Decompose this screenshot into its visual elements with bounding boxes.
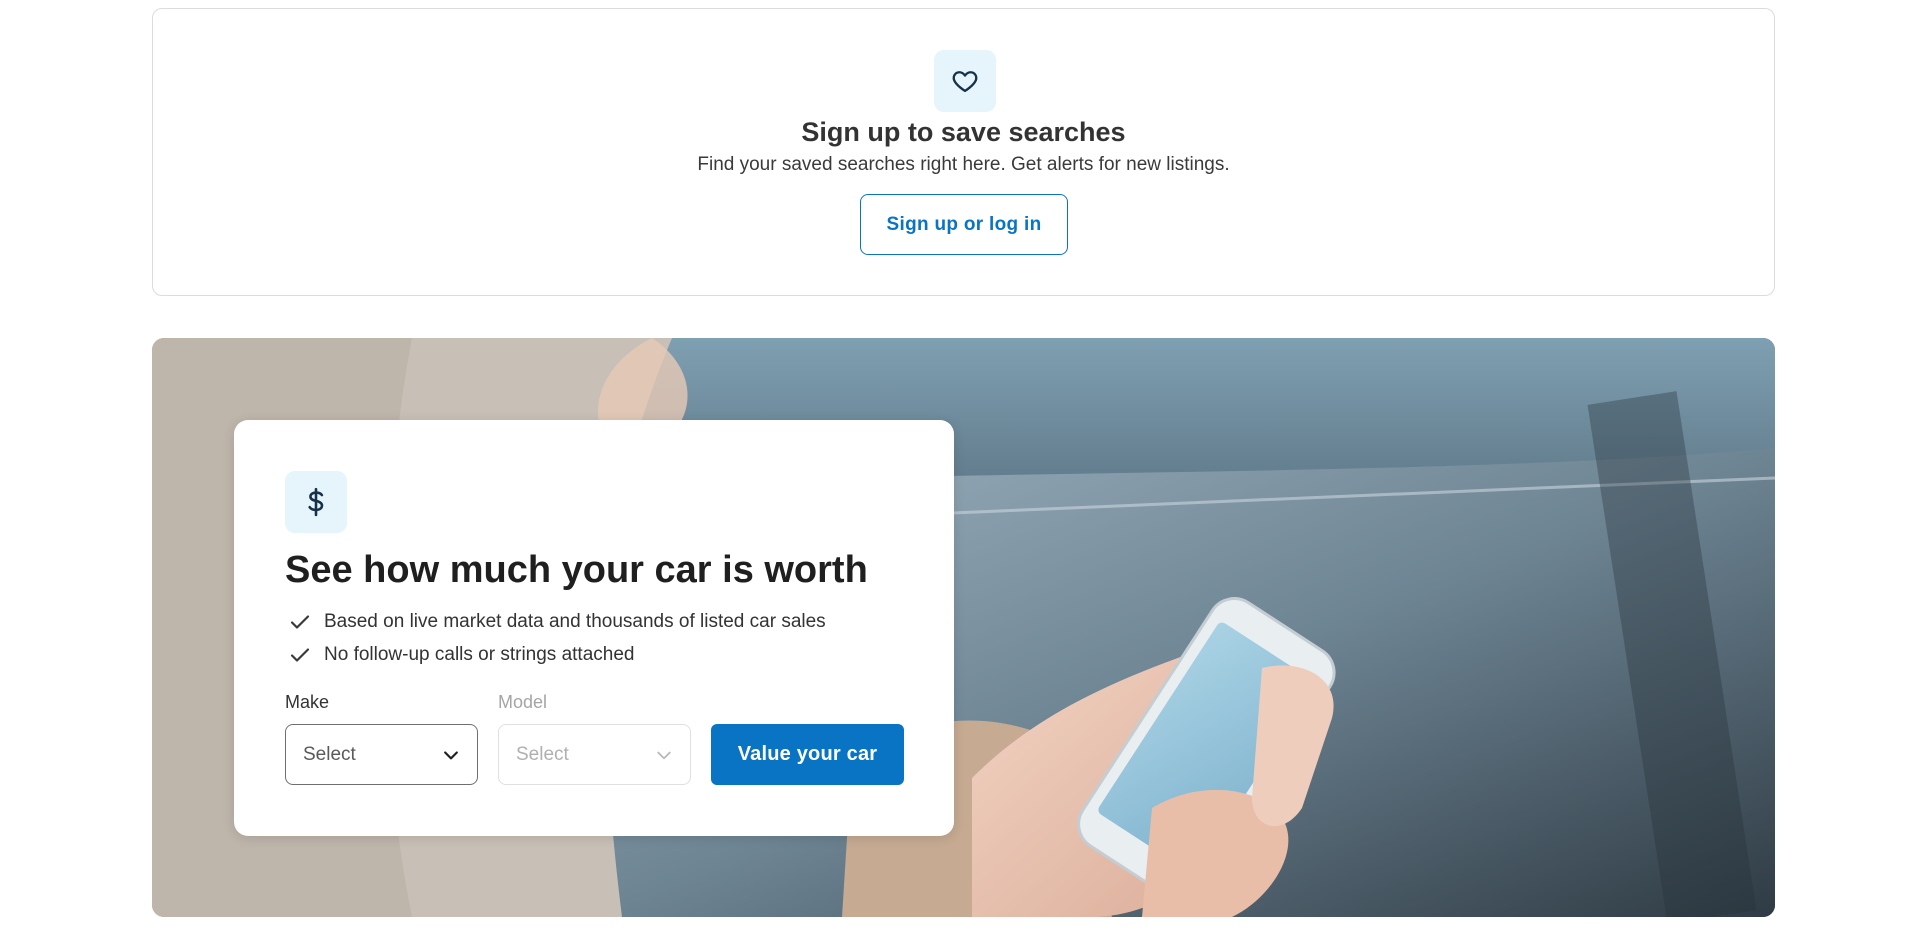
check-icon: [290, 648, 310, 662]
sign-up-or-log-in-button[interactable]: Sign up or log in: [860, 194, 1068, 255]
make-select-value: Select: [303, 743, 356, 765]
saved-searches-title: Sign up to save searches: [801, 117, 1126, 147]
model-select[interactable]: Select: [498, 724, 691, 785]
chevron-down-icon: [657, 751, 671, 759]
car-valuation-hero: See how much your car is worth Based on …: [152, 338, 1775, 917]
dollar-icon-badge: [285, 471, 347, 533]
car-valuation-card: See how much your car is worth Based on …: [234, 420, 954, 836]
model-select-value: Select: [516, 743, 569, 765]
saved-searches-subtitle: Find your saved searches right here. Get…: [697, 154, 1230, 175]
model-label: Model: [498, 692, 548, 712]
saved-searches-card: Sign up to save searches Find your saved…: [152, 8, 1775, 296]
value-your-car-button[interactable]: Value your car: [711, 724, 904, 785]
valuation-benefit-text: Based on live market data and thousands …: [324, 611, 826, 632]
valuation-benefit-item: Based on live market data and thousands …: [288, 610, 826, 634]
make-label: Make: [285, 692, 330, 712]
check-icon: [290, 615, 310, 629]
valuation-benefit-text: No follow-up calls or strings attached: [324, 644, 635, 665]
heart-icon: [952, 71, 978, 93]
heart-icon-badge: [934, 50, 996, 112]
chevron-down-icon: [444, 750, 458, 759]
valuation-benefit-item: No follow-up calls or strings attached: [288, 643, 634, 667]
dollar-icon: [308, 487, 324, 517]
valuation-title: See how much your car is worth: [285, 549, 868, 591]
make-select[interactable]: Select: [285, 724, 478, 785]
